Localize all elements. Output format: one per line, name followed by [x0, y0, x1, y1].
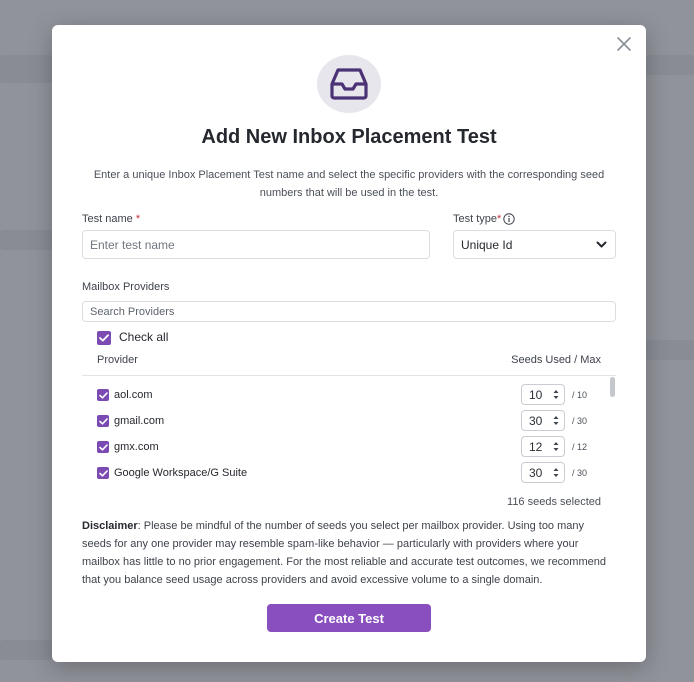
- stepper-arrows-icon[interactable]: [553, 440, 559, 453]
- provider-name: aol.com: [114, 389, 153, 401]
- seeds-value: 30: [529, 465, 543, 480]
- modal-subtitle: Enter a unique Inbox Placement Test name…: [93, 169, 605, 199]
- disclaimer-text: Disclaimer: Please be mindful of the num…: [82, 517, 606, 589]
- test-name-label-text: Test name: [82, 213, 133, 225]
- seeds-stepper[interactable]: 30: [521, 410, 565, 431]
- seeds-value: 10: [529, 387, 543, 402]
- check-all-checkbox[interactable]: [97, 331, 111, 345]
- required-marker: *: [135, 213, 141, 225]
- provider-column-header: Provider: [97, 354, 138, 366]
- required-marker: *: [497, 213, 502, 225]
- close-icon[interactable]: [614, 34, 634, 54]
- disclaimer-heading: Disclaimer: [82, 520, 138, 532]
- info-icon[interactable]: [503, 212, 515, 225]
- inbox-tray-icon: [317, 55, 381, 113]
- seeds-value: 12: [529, 439, 543, 454]
- seeds-max: / 10: [572, 390, 588, 400]
- seeds-stepper[interactable]: 30: [521, 462, 565, 483]
- provider-checkbox[interactable]: [97, 467, 109, 479]
- mailbox-providers-label: Mailbox Providers: [82, 281, 170, 293]
- test-name-label: Test name *: [82, 213, 140, 225]
- provider-list-scrollbar[interactable]: [610, 377, 615, 397]
- search-providers-input[interactable]: Search Providers: [82, 301, 616, 322]
- seeds-column-header: Seeds Used / Max: [511, 354, 601, 366]
- seeds-max: / 12: [572, 442, 588, 452]
- seeds-value: 30: [529, 413, 543, 428]
- test-type-value: Unique Id: [461, 237, 513, 252]
- search-providers-placeholder: Search Providers: [90, 305, 175, 318]
- provider-checkbox[interactable]: [97, 389, 109, 401]
- stepper-arrows-icon[interactable]: [553, 388, 559, 401]
- modal-title: Add New Inbox Placement Test: [201, 126, 497, 148]
- test-type-select[interactable]: Unique Id: [453, 230, 616, 259]
- table-divider: [82, 375, 616, 376]
- test-name-placeholder: Enter test name: [90, 237, 175, 252]
- add-test-modal: Add New Inbox Placement Test Enter a uni…: [52, 25, 646, 662]
- seeds-max: / 30: [572, 468, 588, 478]
- disclaimer-body: : Please be mindful of the number of see…: [82, 520, 606, 586]
- seeds-selected-count: 116 seeds selected: [507, 496, 601, 508]
- provider-checkbox[interactable]: [97, 415, 109, 427]
- provider-name: gmail.com: [114, 415, 165, 427]
- test-type-label: Test type*: [453, 213, 501, 225]
- seeds-stepper[interactable]: 12: [521, 436, 565, 457]
- provider-name: gmx.com: [114, 441, 159, 453]
- chevron-down-icon: [596, 241, 607, 248]
- stepper-arrows-icon[interactable]: [553, 414, 559, 427]
- provider-checkbox[interactable]: [97, 441, 109, 453]
- test-name-input[interactable]: Enter test name: [82, 230, 430, 259]
- provider-name: Google Workspace/G Suite: [114, 467, 248, 479]
- check-all-label[interactable]: Check all: [119, 330, 168, 344]
- seeds-stepper[interactable]: 10: [521, 384, 565, 405]
- seeds-max: / 30: [572, 416, 588, 426]
- stepper-arrows-icon[interactable]: [553, 466, 559, 479]
- test-type-label-text: Test type: [453, 213, 498, 225]
- create-test-button[interactable]: Create Test: [267, 604, 431, 632]
